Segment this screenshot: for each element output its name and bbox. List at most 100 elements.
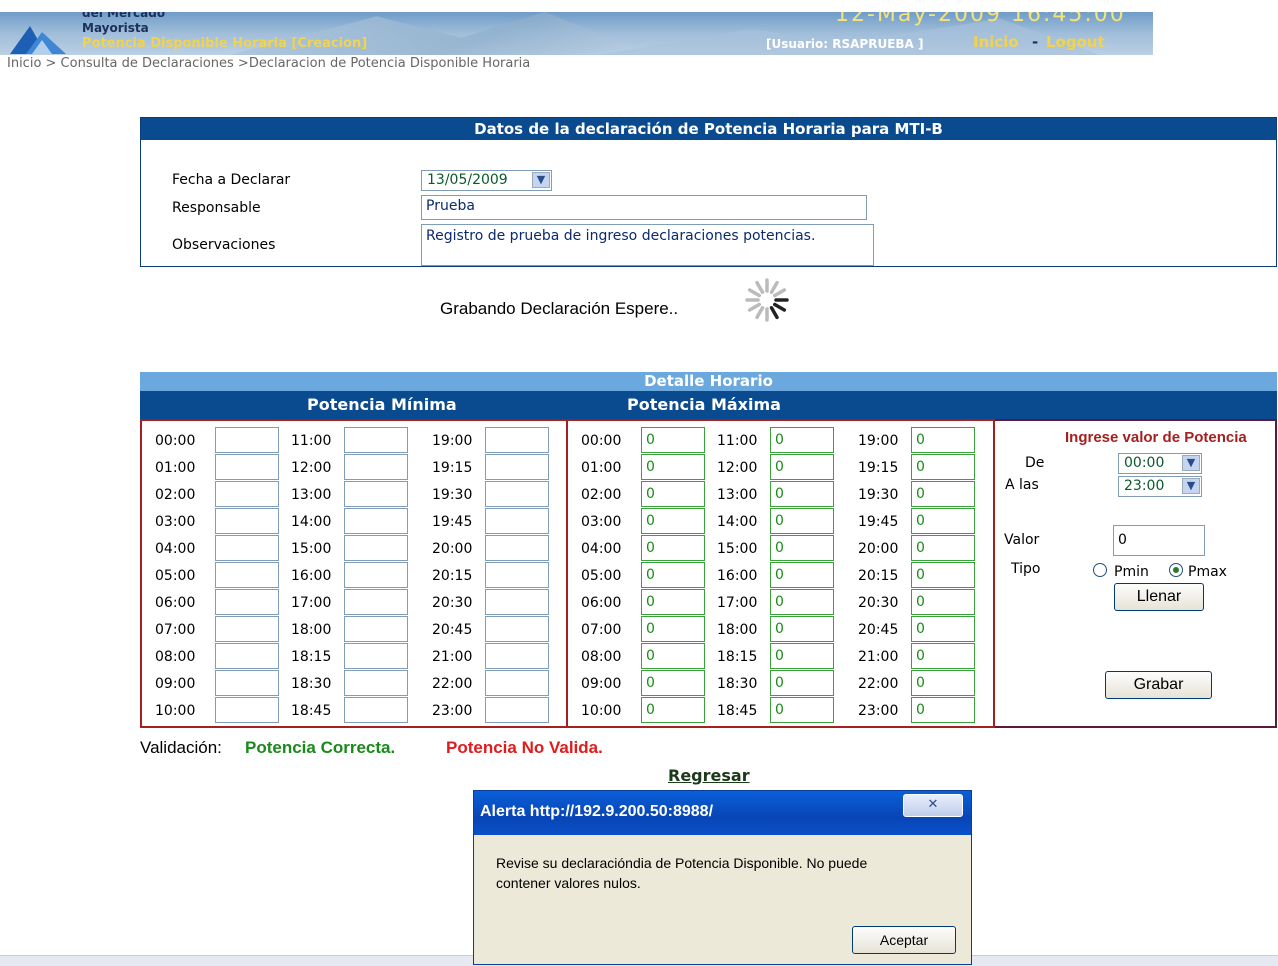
header-separator: - [1032, 33, 1039, 51]
pmin-hour-input[interactable] [344, 454, 408, 480]
chevron-down-icon: ▼ [532, 172, 550, 188]
valor-input[interactable]: 0 [1113, 525, 1205, 556]
pmin-hour-input[interactable] [344, 616, 408, 642]
breadcrumb[interactable]: Inicio > Consulta de Declaraciones >Decl… [7, 55, 597, 72]
pmax-hour-input[interactable]: 0 [641, 562, 705, 588]
pmin-hour-input[interactable] [344, 589, 408, 615]
pmin-hour-input[interactable] [215, 562, 279, 588]
pmin-hour-input[interactable] [215, 697, 279, 723]
pmin-radio[interactable] [1093, 563, 1107, 577]
pmin-hour-input[interactable] [485, 508, 549, 534]
pmax-hour-input[interactable]: 0 [911, 670, 975, 696]
close-icon[interactable]: ✕ [903, 794, 963, 817]
pmin-hour-input[interactable] [344, 535, 408, 561]
pmax-hour-input[interactable]: 0 [770, 427, 834, 453]
pmin-hour-input[interactable] [485, 589, 549, 615]
pmin-hour-input[interactable] [485, 454, 549, 480]
form-title: Datos de la declaración de Potencia Hora… [141, 118, 1276, 140]
pmin-hour-input[interactable] [215, 616, 279, 642]
pmax-hour-input[interactable]: 0 [911, 508, 975, 534]
pmax-hour-input[interactable]: 0 [641, 616, 705, 642]
pmax-hour-input[interactable]: 0 [641, 508, 705, 534]
pmin-hour-input[interactable] [485, 697, 549, 723]
pmin-time-label: 05:00 [155, 568, 196, 584]
pmin-hour-input[interactable] [215, 508, 279, 534]
pmax-hour-input[interactable]: 0 [770, 589, 834, 615]
pmax-radio[interactable] [1169, 563, 1183, 577]
pmax-hour-input[interactable]: 0 [770, 481, 834, 507]
pmin-label: Pmin [1114, 564, 1149, 580]
pmax-hour-input[interactable]: 0 [641, 697, 705, 723]
pmin-hour-input[interactable] [344, 508, 408, 534]
pmin-hour-input[interactable] [485, 562, 549, 588]
pmin-time-label: 06:00 [155, 595, 196, 611]
pmax-hour-input[interactable]: 0 [770, 616, 834, 642]
spinner-spoke [773, 302, 787, 312]
pmin-time-label: 18:15 [291, 649, 332, 665]
pmin-hour-input[interactable] [485, 616, 549, 642]
pmin-time-label: 20:15 [432, 568, 473, 584]
pmax-hour-input[interactable]: 0 [641, 589, 705, 615]
pmin-hour-input[interactable] [344, 427, 408, 453]
de-select[interactable]: 00:00 ▼ [1118, 453, 1202, 474]
observaciones-textarea[interactable]: Registro de prueba de ingreso declaracio… [421, 224, 874, 266]
pmin-hour-input[interactable] [485, 427, 549, 453]
grabar-button[interactable]: Grabar [1105, 671, 1212, 699]
pmin-hour-input[interactable] [344, 643, 408, 669]
pmax-hour-input[interactable]: 0 [770, 454, 834, 480]
pmax-time-label: 21:00 [858, 649, 899, 665]
pmin-hour-input[interactable] [215, 589, 279, 615]
regresar-link[interactable]: Regresar [668, 766, 750, 785]
pmin-hour-input[interactable] [215, 481, 279, 507]
pmax-hour-input[interactable]: 0 [770, 562, 834, 588]
pmax-hour-input[interactable]: 0 [641, 535, 705, 561]
pmax-hour-input[interactable]: 0 [911, 454, 975, 480]
pmax-hour-input[interactable]: 0 [770, 508, 834, 534]
pmin-hour-input[interactable] [485, 535, 549, 561]
fecha-select[interactable]: 13/05/2009 ▼ [421, 170, 552, 191]
pmax-hour-input[interactable]: 0 [911, 427, 975, 453]
logout-link[interactable]: Logout [1046, 33, 1105, 51]
llenar-button[interactable]: Llenar [1114, 583, 1204, 611]
pmax-hour-input[interactable]: 0 [770, 535, 834, 561]
pmax-hour-input[interactable]: 0 [911, 535, 975, 561]
pmax-hour-input[interactable]: 0 [641, 643, 705, 669]
pmin-hour-input[interactable] [215, 670, 279, 696]
pmin-hour-input[interactable] [344, 670, 408, 696]
pmin-time-label: 12:00 [291, 460, 332, 476]
inicio-link[interactable]: Inicio [973, 33, 1019, 51]
pmin-hour-input[interactable] [215, 454, 279, 480]
aceptar-button[interactable]: Aceptar [852, 926, 956, 954]
pmin-hour-input[interactable] [215, 427, 279, 453]
pmin-hour-input[interactable] [215, 535, 279, 561]
pmax-hour-input[interactable]: 0 [641, 454, 705, 480]
pmax-hour-input[interactable]: 0 [770, 643, 834, 669]
pmax-hour-input[interactable]: 0 [911, 697, 975, 723]
pmax-hour-input[interactable]: 0 [911, 562, 975, 588]
pmax-time-label: 03:00 [581, 514, 622, 530]
pmax-hour-input[interactable]: 0 [770, 697, 834, 723]
observaciones-label: Observaciones [172, 237, 276, 253]
pmin-hour-input[interactable] [485, 643, 549, 669]
pmax-hour-input[interactable]: 0 [641, 670, 705, 696]
alas-select[interactable]: 23:00 ▼ [1118, 476, 1202, 497]
pmin-hour-input[interactable] [344, 562, 408, 588]
pmax-hour-input[interactable]: 0 [641, 481, 705, 507]
pmax-hour-input[interactable]: 0 [911, 589, 975, 615]
pmin-hour-input[interactable] [485, 670, 549, 696]
pmin-hour-input[interactable] [215, 643, 279, 669]
pmin-time-label: 18:00 [291, 622, 332, 638]
pmin-time-label: 17:00 [291, 595, 332, 611]
pmax-hour-input[interactable]: 0 [911, 643, 975, 669]
pmin-time-label: 09:00 [155, 676, 196, 692]
pmax-hour-input[interactable]: 0 [911, 616, 975, 642]
pmin-hour-input[interactable] [485, 481, 549, 507]
pmax-hour-input[interactable]: 0 [911, 481, 975, 507]
pmax-hour-input[interactable]: 0 [770, 670, 834, 696]
pmax-hour-input[interactable]: 0 [641, 427, 705, 453]
loading-spinner-icon [745, 278, 789, 322]
header-datetime: 12-May-2009 16:45:00 [835, 2, 1126, 27]
responsable-input[interactable]: Prueba [421, 195, 867, 220]
pmin-hour-input[interactable] [344, 481, 408, 507]
pmin-hour-input[interactable] [344, 697, 408, 723]
